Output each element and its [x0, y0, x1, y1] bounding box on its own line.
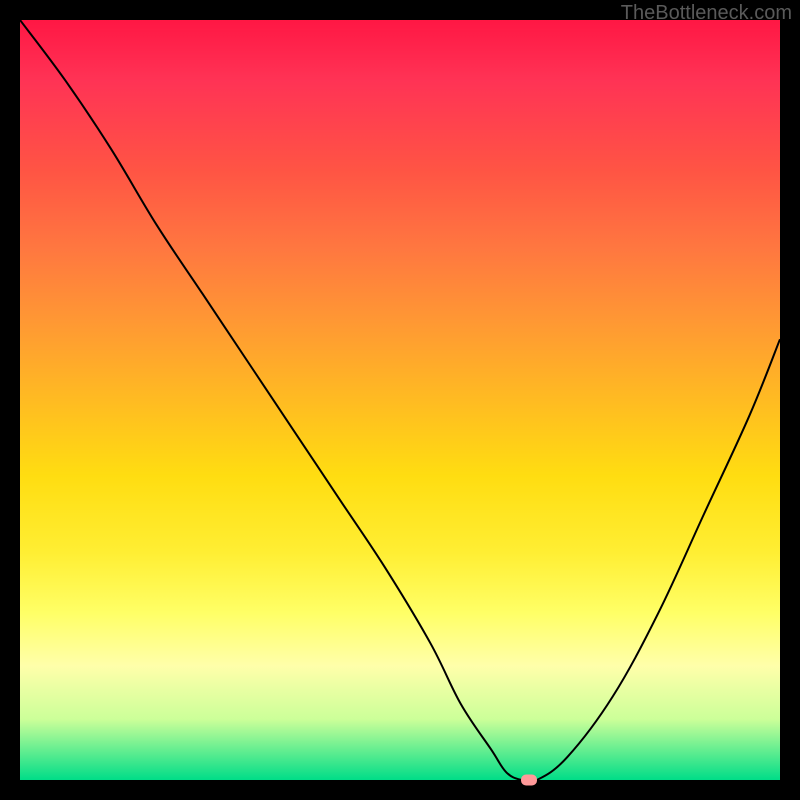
- chart-container: TheBottleneck.com: [0, 0, 800, 800]
- optimal-point-marker: [521, 775, 537, 786]
- watermark-text: TheBottleneck.com: [621, 2, 792, 25]
- plot-gradient-background: [20, 20, 780, 780]
